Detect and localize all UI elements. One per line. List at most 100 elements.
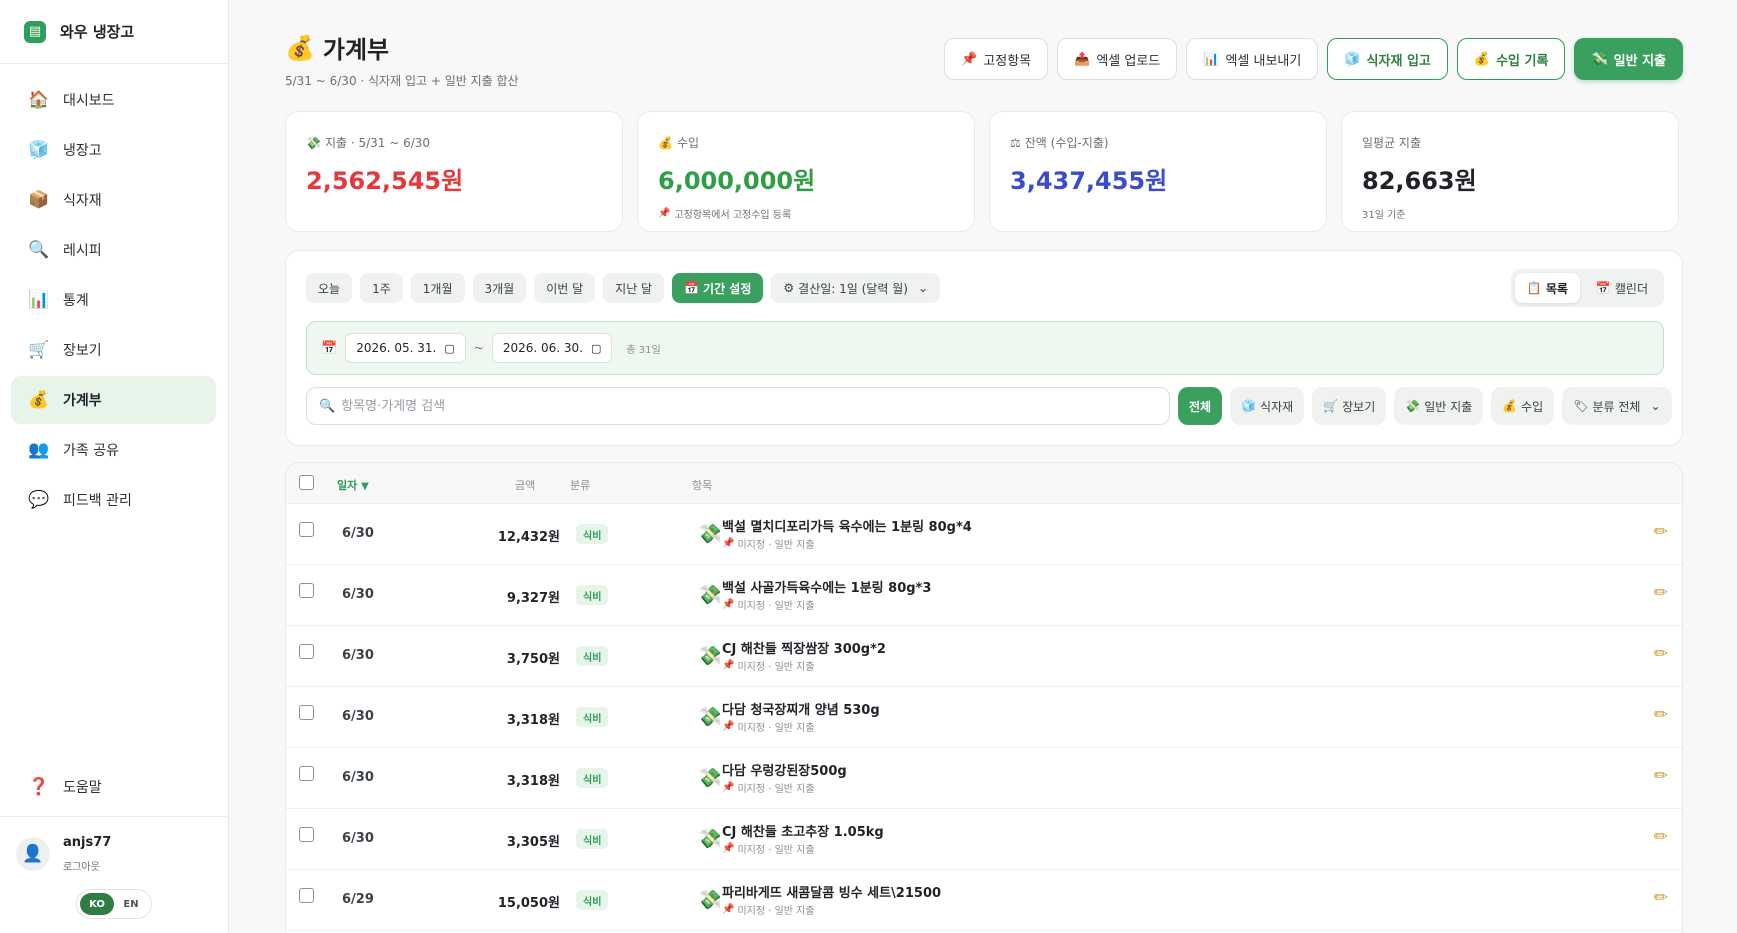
card-label-text: 일평균 지출 [1362,136,1422,150]
date-to-input[interactable]: 2026. 06. 30. ▢ [491,333,613,363]
row-checkbox[interactable] [299,888,314,903]
summary-card-0: 💸 지출 · 5/31 ~ 6/30 2,562,545원 [285,111,623,232]
row-checkbox[interactable] [299,522,314,537]
period-custom-button[interactable]: 📅 기간 설정 [672,273,764,303]
pencil-icon[interactable]: ✏ [1654,705,1668,725]
toolbar-button-4[interactable]: 💰 수입 기록 [1456,38,1566,80]
row-item-sub: 📌 미지정 · 일반 지출 [722,658,815,673]
row-checkbox[interactable] [299,644,314,659]
period-button-0[interactable]: 오늘 [306,273,353,303]
avatar-icon[interactable]: 👤 [16,837,50,871]
type-filter-3[interactable]: 💸 일반 지출 [1394,387,1484,425]
sidebar-item-1[interactable]: 🧊 냉장고 [11,126,216,174]
card-icon: ⚖ [1010,135,1021,150]
pencil-icon[interactable]: ✏ [1654,583,1668,603]
row-item-sub-text: 미지정 · 일반 지출 [737,540,815,551]
row-checkbox[interactable] [299,827,314,842]
sidebar-item-help[interactable]: ❓ 도움말 [11,763,217,811]
period-button-1[interactable]: 1주 [360,273,403,303]
money-bag-icon: 💰 [285,33,315,62]
row-amount: 3,318원 [506,774,560,789]
table-row[interactable]: 6/30 12,432원 식비 💸 백설 멸치디포리가득 육수에는 1분링 80g*4 📌… [286,504,1682,565]
period-button-5[interactable]: 지난 달 [603,273,665,303]
period-custom-label: 기간 설정 [703,281,752,296]
view-button-1[interactable]: 📅 캘린더 [1584,273,1660,303]
card-note: 📌 고정항목에서 고정수입 등록 [658,206,954,221]
date-from-input[interactable]: 2026. 05. 31. ▢ [345,333,466,363]
sort-down-icon: ▼ [361,481,369,492]
pencil-icon[interactable]: ✏ [1654,644,1668,664]
toolbar-button-0[interactable]: 📌 고정항목 [944,38,1049,80]
sidebar-item-2[interactable]: 📦 식자재 [11,176,216,224]
sidebar-item-0[interactable]: 🏠 대시보드 [11,76,216,124]
select-all-checkbox[interactable] [299,475,314,490]
row-checkbox[interactable] [299,583,314,598]
table-row[interactable]: 6/29 15,050원 식비 💸 파리바게뜨 새콤달콤 빙수 세트\21500 📌 미지정… [286,870,1682,931]
table-row[interactable]: 6/30 9,327원 식비 💸 백설 사골가득육수에는 1분링 80g*3 📌 미지정 ·… [286,565,1682,626]
logout-link[interactable]: 로그아웃 [63,858,111,873]
category-select[interactable]: 🏷 분류 전체 ⌄ [1562,387,1672,425]
pencil-icon[interactable]: ✏ [1654,888,1668,908]
brand-name: 와우 냉장고 [60,23,135,41]
toolbar-label: 고정항목 [983,53,1032,69]
view-button-0[interactable]: 📋 목록 [1514,273,1580,303]
lang-ko-button[interactable]: KO [80,893,114,915]
toolbar-button-2[interactable]: 📊 엑셀 내보내기 [1186,38,1319,80]
search-icon: 🔍 [319,398,336,414]
fridge-logo-icon: ▤ [24,20,46,43]
money-wings-icon: 💸 [698,645,722,667]
brand[interactable]: ▤ 와우 냉장고 [0,0,228,64]
row-item-sub: 📌 미지정 · 일반 지출 [722,902,815,917]
money-wings-icon: 💸 [698,584,722,606]
type-filter-4[interactable]: 💰 수입 [1491,387,1555,425]
table-row[interactable]: 6/30 3,318원 식비 💸 다담 우렁강된장500g 📌 미지정 · 일반 지출 ✏ [286,748,1682,809]
table-row[interactable]: 6/30 3,305원 식비 💸 CJ 해찬들 초고추장 1.05kg 📌 미지정 · 일반… [286,809,1682,870]
money-wings-icon: 💸 [698,523,722,545]
row-item-sub: 📌 미지정 · 일반 지출 [722,719,815,734]
date-range-row: 📅 2026. 05. 31. ▢ ~ 2026. 06. 30. ▢ 총 31… [306,321,1664,375]
sidebar-item-3[interactable]: 🔍 레시피 [11,226,216,274]
card-label-text: 수입 [676,136,700,150]
type-filter-1[interactable]: 🧊 식자재 [1230,387,1305,425]
period-button-2[interactable]: 1개월 [410,273,465,303]
sidebar-item-8[interactable]: 💬 피드백 관리 [11,476,216,524]
row-item-name: 백설 멸치디포리가득 육수에는 1분링 80g*4 [722,520,972,535]
view-icon: 📋 [1526,281,1542,295]
user-area: 👤 anjs77 로그아웃 KO EN [0,816,229,933]
table-row[interactable]: 6/30 3,318원 식비 💸 다담 청국장찌개 양념 530g 📌 미지정 · 일반 지… [286,687,1682,748]
toolbar-button-3[interactable]: 🧊 식자재 입고 [1327,38,1448,80]
row-item-sub-text: 미지정 · 일반 지출 [737,784,815,795]
chevron-down-icon: ⌄ [1650,399,1661,413]
search-box[interactable]: 🔍 [306,387,1170,425]
toolbar-button-5[interactable]: 💸 일반 지출 [1574,38,1683,80]
table-row[interactable]: 6/30 3,750원 식비 💸 CJ 해찬들 찍장쌈장 300g*2 📌 미지정 · 일반… [286,626,1682,687]
toolbar-label: 식자재 입고 [1366,53,1431,69]
period-button-3[interactable]: 3개월 [472,273,527,303]
calendar-picker-icon[interactable]: ▢ [444,342,454,355]
row-item-sub: 📌 미지정 · 일반 지출 [722,597,815,612]
pin-icon: 📌 [722,599,735,610]
pin-icon: 📌 [658,208,671,219]
pencil-icon[interactable]: ✏ [1654,766,1668,786]
toolbar-button-1[interactable]: 📤 엑셀 업로드 [1057,38,1178,80]
sidebar-item-4[interactable]: 📊 통계 [11,276,216,324]
row-checkbox[interactable] [299,705,314,720]
row-item-name: 파리바게뜨 새콤달콤 빙수 세트\21500 [722,886,942,901]
pencil-icon[interactable]: ✏ [1654,522,1668,542]
calendar-picker-icon[interactable]: ▢ [591,342,601,355]
sidebar-item-6[interactable]: 💰 가계부 [11,376,216,424]
sidebar-item-7[interactable]: 👥 가족 공유 [11,426,216,474]
row-date: 6/30 [342,587,374,602]
pencil-icon[interactable]: ✏ [1654,827,1668,847]
sort-by-date-header[interactable]: 일자 ▼ [337,477,369,493]
sidebar-item-label: 레시피 [63,243,102,259]
sidebar-item-5[interactable]: 🛒 장보기 [11,326,216,374]
type-filter-0[interactable]: 전체 [1178,387,1223,425]
settlement-select[interactable]: ⚙ 결산일: 1일 (달력 월) ⌄ [771,273,940,303]
lang-en-button[interactable]: EN [114,893,148,915]
search-input[interactable] [341,398,1122,414]
period-button-4[interactable]: 이번 달 [534,273,596,303]
summary-card-3: 일평균 지출 82,663원 31일 기준 [1341,111,1679,232]
type-filter-2[interactable]: 🛒 장보기 [1312,387,1387,425]
row-checkbox[interactable] [299,766,314,781]
